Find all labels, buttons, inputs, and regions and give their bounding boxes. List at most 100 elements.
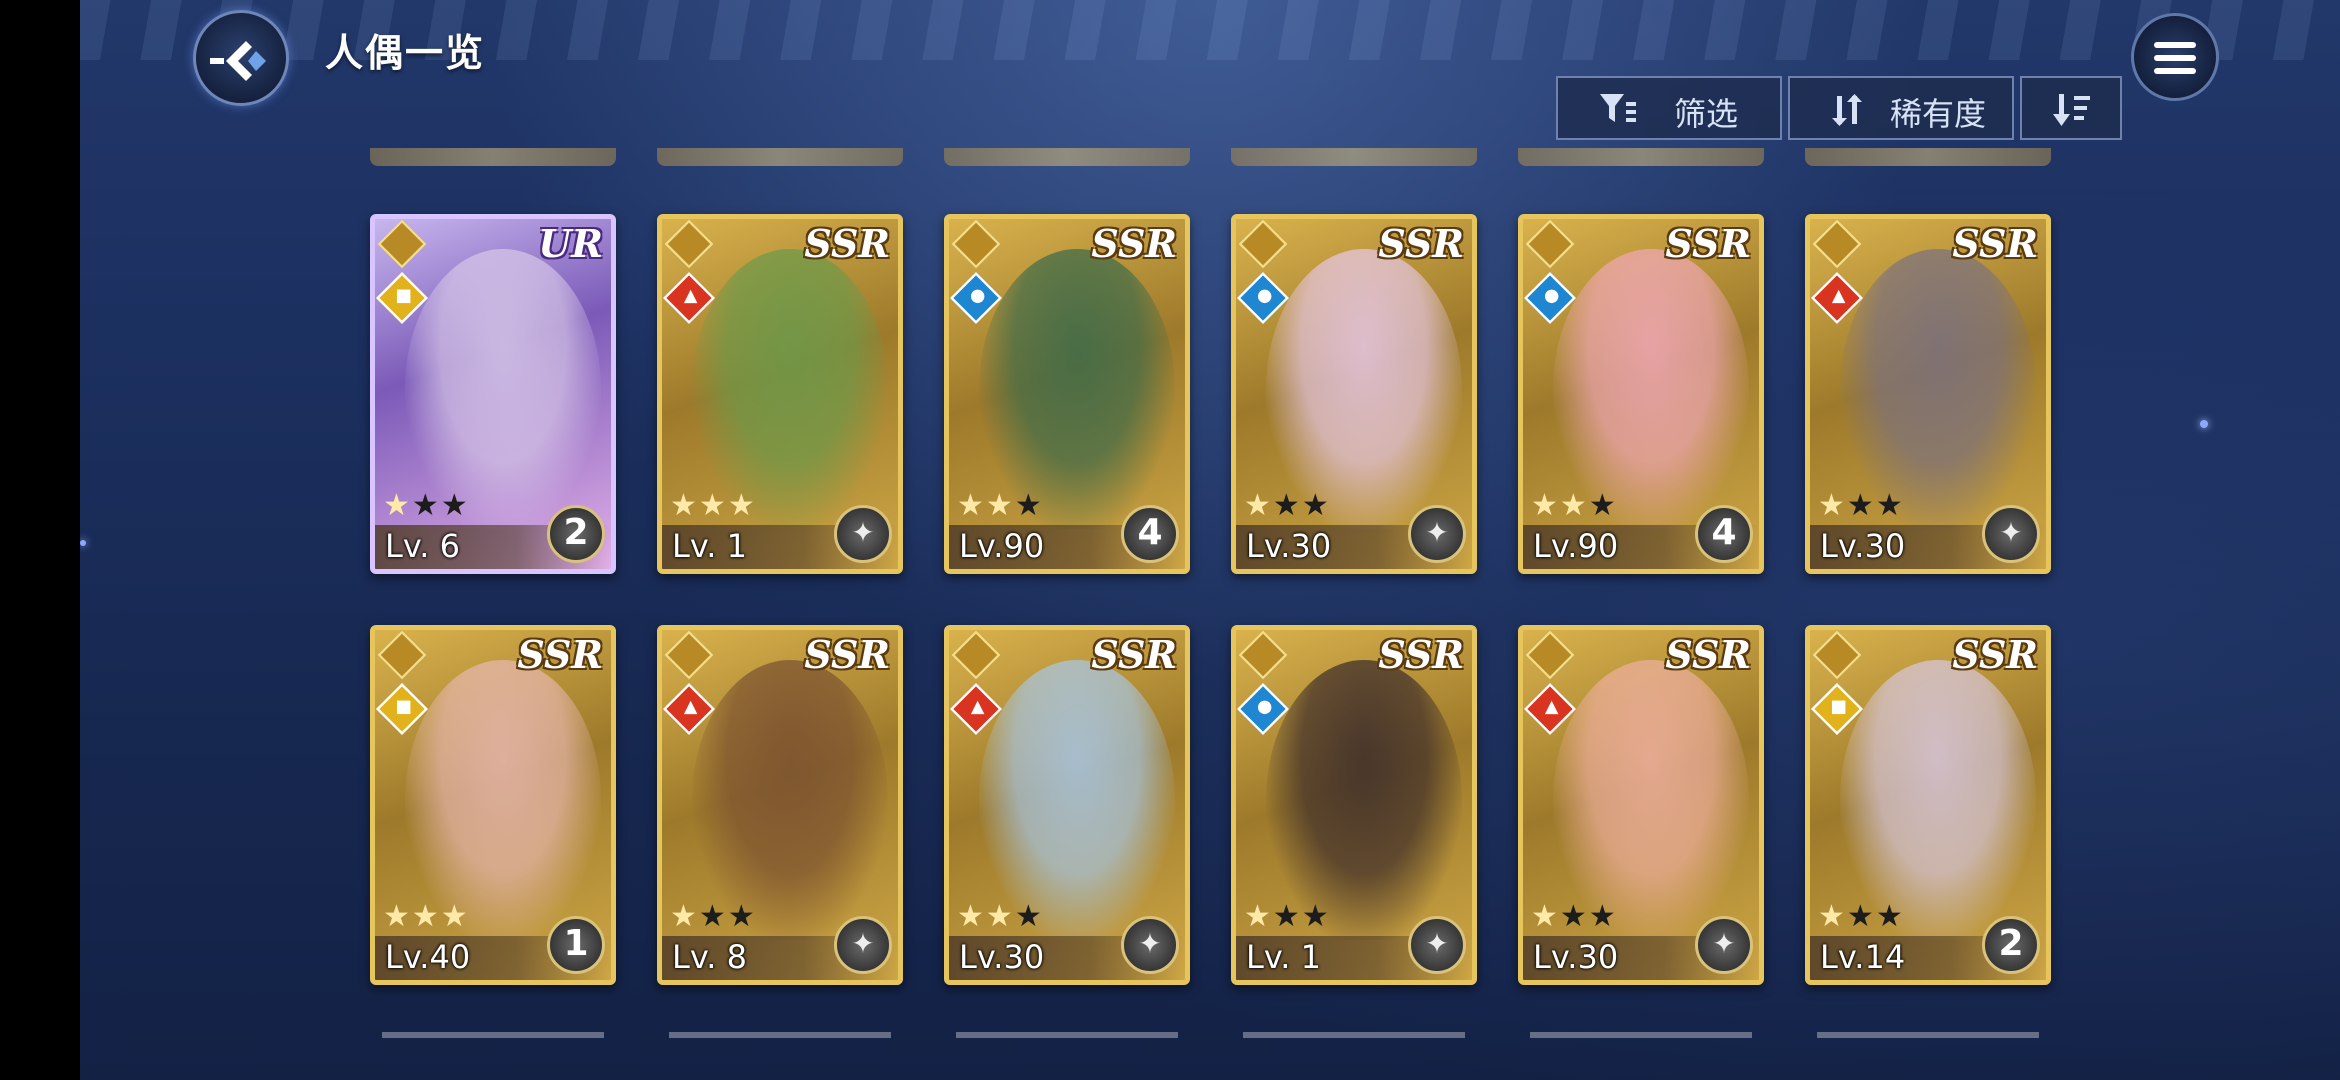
sort-order-button[interactable] [2020, 76, 2122, 140]
star-rating: ★★★ [1818, 899, 1905, 934]
rarity-label: SSR [1952, 632, 2038, 677]
star-icon: ★ [985, 488, 1015, 523]
doll-card[interactable]: ● SSR ★★★ Lv.90 4 [1518, 214, 1764, 574]
character-portrait [979, 249, 1175, 529]
rarity-label: SSR [517, 632, 603, 677]
butterfly-emblem-icon: ✦ [1121, 916, 1179, 974]
rarity-label: SSR [1665, 632, 1751, 677]
star-icon: ★ [698, 899, 728, 934]
awakening-count-badge: 2 [547, 505, 605, 563]
doll-card[interactable]: ● SSR ★★★ Lv.90 4 [944, 214, 1190, 574]
doll-card[interactable]: ▲ SSR ★★★ Lv.30 ✦ [1805, 214, 2051, 574]
doll-card[interactable]: ▲ SSR ★★★ Lv. 8 ✦ [657, 625, 903, 985]
rarity-label: SSR [804, 632, 890, 677]
character-portrait [405, 660, 601, 940]
star-icon: ★ [957, 488, 986, 523]
star-rating: ★★★ [957, 899, 1044, 934]
doll-card[interactable]: ▲ SSR ★★★ Lv. 1 ✦ [657, 214, 903, 574]
star-icon: ★ [1875, 899, 1905, 934]
doll-card[interactable]: ■ SSR ★★★ Lv.40 1 [370, 625, 616, 985]
star-rating: ★★★ [1818, 488, 1905, 523]
partial-card-edge [370, 148, 616, 166]
star-icon: ★ [957, 899, 986, 934]
level-label: Lv. 1 [1246, 938, 1321, 976]
level-label: Lv.40 [385, 938, 471, 976]
level-label: Lv.14 [1820, 938, 1906, 976]
star-icon: ★ [1244, 899, 1273, 934]
level-label: Lv. 8 [672, 938, 747, 976]
rarity-label: SSR [1091, 632, 1177, 677]
class-emblem-icon [664, 630, 714, 680]
filter-icon [1600, 94, 1636, 122]
butterfly-emblem-icon: ✦ [1982, 505, 2040, 563]
sort-label: 稀有度 [1890, 95, 1987, 133]
rarity-label: UR [538, 221, 603, 266]
level-label: Lv.30 [1533, 938, 1619, 976]
star-icon: ★ [1272, 488, 1302, 523]
star-rating: ★★★ [1244, 488, 1331, 523]
level-label: Lv.30 [1820, 527, 1906, 565]
class-emblem-icon [951, 630, 1001, 680]
character-portrait [1266, 249, 1462, 529]
star-icon: ★ [1272, 899, 1302, 934]
star-icon: ★ [1301, 488, 1331, 523]
level-label: Lv.30 [1246, 527, 1332, 565]
star-icon: ★ [1588, 488, 1618, 523]
doll-card[interactable]: ● SSR ★★★ Lv. 1 ✦ [1231, 625, 1477, 985]
back-button[interactable] [193, 10, 289, 106]
class-emblem-icon [664, 219, 714, 269]
character-portrait [1553, 660, 1749, 940]
star-rating: ★★★ [383, 899, 470, 934]
sort-rarity-button[interactable]: 稀有度 [1788, 76, 2014, 140]
partial-card-edge [1231, 148, 1477, 166]
class-emblem-icon [1238, 630, 1288, 680]
star-icon: ★ [440, 899, 470, 934]
sparkle-decoration [2200, 420, 2208, 428]
rarity-label: SSR [1665, 221, 1751, 266]
butterfly-emblem-icon: ✦ [1408, 916, 1466, 974]
star-rating: ★★★ [670, 488, 757, 523]
game-screen: 人偶一览 筛选 稀有度 ■ UR ★★★ Lv. 6 2 ▲ SSR ★★★ L… [80, 0, 2340, 1080]
star-icon: ★ [1531, 488, 1560, 523]
menu-button[interactable] [2131, 13, 2219, 101]
butterfly-emblem-icon: ✦ [834, 505, 892, 563]
partial-card-edge [1518, 148, 1764, 166]
doll-card[interactable]: ■ SSR ★★★ Lv.14 2 [1805, 625, 2051, 985]
rarity-label: SSR [1378, 632, 1464, 677]
butterfly-emblem-icon: ✦ [834, 916, 892, 974]
level-label: Lv. 1 [672, 527, 747, 565]
doll-card[interactable]: ■ UR ★★★ Lv. 62 [370, 214, 616, 574]
rarity-label: SSR [1091, 221, 1177, 266]
awakening-count-badge: 1 [547, 916, 605, 974]
rarity-label: SSR [1952, 221, 2038, 266]
star-rating: ★★★ [383, 488, 470, 523]
star-icon: ★ [1531, 899, 1560, 934]
character-portrait [1840, 660, 2036, 940]
star-icon: ★ [727, 899, 757, 934]
page-title: 人偶一览 [325, 31, 486, 75]
partial-card-edge [944, 148, 1190, 166]
partial-card-edge [669, 1032, 891, 1038]
awakening-count-badge: 4 [1121, 505, 1179, 563]
star-icon: ★ [1846, 488, 1876, 523]
awakening-count-badge: 4 [1695, 505, 1753, 563]
star-rating: ★★★ [670, 899, 757, 934]
class-emblem-icon [1525, 630, 1575, 680]
character-portrait [405, 249, 601, 529]
star-icon: ★ [1846, 899, 1876, 934]
star-icon: ★ [1014, 899, 1044, 934]
filter-button[interactable]: 筛选 [1556, 76, 1782, 140]
partial-card-edge [382, 1032, 604, 1038]
doll-card[interactable]: ▲ SSR ★★★ Lv.30 ✦ [1518, 625, 1764, 985]
partial-card-edge [657, 148, 903, 166]
class-emblem-icon [377, 219, 427, 269]
star-icon: ★ [440, 488, 470, 523]
doll-card[interactable]: ▲ SSR ★★★ Lv.30 ✦ [944, 625, 1190, 985]
awakening-count-badge: 2 [1982, 916, 2040, 974]
star-icon: ★ [1875, 488, 1905, 523]
partial-card-edge [956, 1032, 1178, 1038]
character-portrait [1266, 660, 1462, 940]
doll-card[interactable]: ● SSR ★★★ Lv.30 ✦ [1231, 214, 1477, 574]
star-icon: ★ [670, 488, 699, 523]
star-icon: ★ [383, 899, 412, 934]
